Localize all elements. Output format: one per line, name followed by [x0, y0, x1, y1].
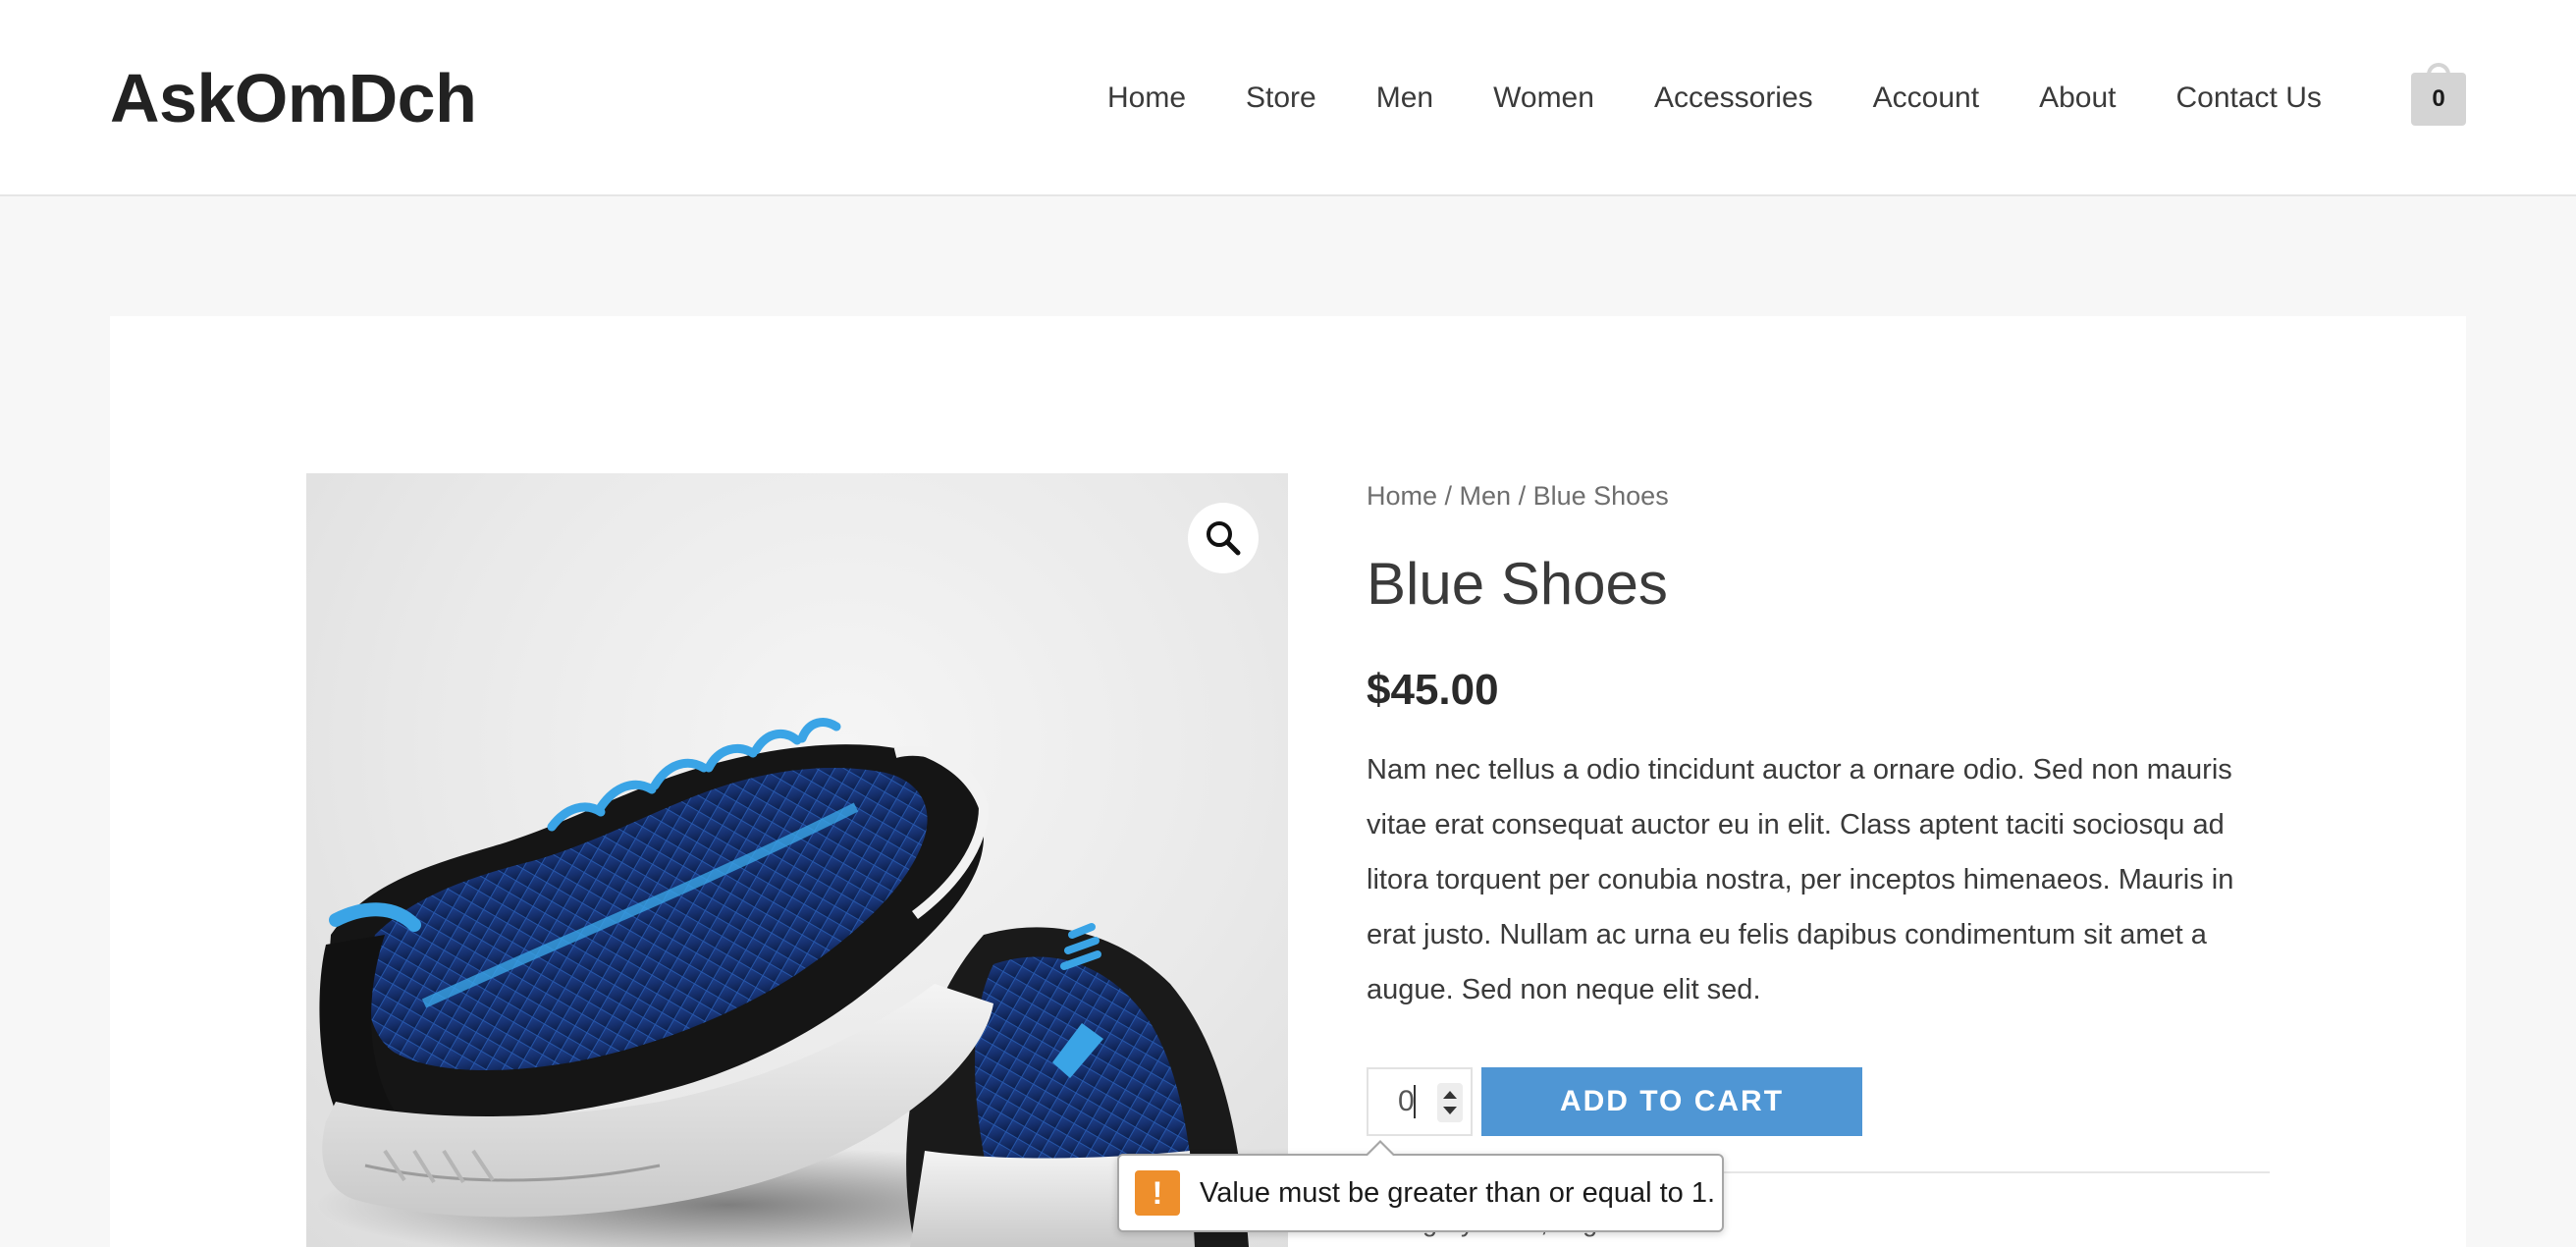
product-price: $45.00 [1367, 666, 1499, 714]
add-to-cart-button[interactable]: ADD TO CART [1481, 1067, 1862, 1136]
validation-tooltip: ! Value must be greater than or equal to… [1117, 1140, 1724, 1232]
site-title[interactable]: AskOmDch [110, 55, 477, 141]
stepper-down-icon[interactable] [1443, 1107, 1457, 1114]
product-image[interactable] [306, 473, 1288, 1247]
breadcrumb-home[interactable]: Home [1367, 481, 1437, 511]
cart-count: 0 [2411, 73, 2466, 126]
shopping-bag-icon[interactable]: 0 [2411, 63, 2466, 126]
blue-shoes-photo [316, 718, 1249, 1247]
quantity-input[interactable]: 0 [1367, 1067, 1473, 1136]
nav-item-about[interactable]: About [2039, 81, 2116, 115]
tooltip-arrow-fill [1367, 1143, 1394, 1157]
nav-item-home[interactable]: Home [1107, 81, 1186, 115]
site-header: AskOmDch Home Store Men Women Accessorie… [0, 0, 2576, 196]
breadcrumb-separator: / [1511, 481, 1533, 511]
text-caret [1414, 1085, 1416, 1118]
validation-message: Value must be greater than or equal to 1… [1200, 1176, 1716, 1209]
breadcrumb-current: Blue Shoes [1532, 481, 1669, 511]
breadcrumb: Home / Men / Blue Shoes [1367, 481, 1669, 512]
breadcrumb-men[interactable]: Men [1460, 481, 1512, 511]
breadcrumb-separator: / [1437, 481, 1460, 511]
quantity-stepper[interactable] [1437, 1083, 1463, 1122]
nav-item-contact-us[interactable]: Contact Us [2175, 81, 2321, 115]
warning-icon: ! [1135, 1170, 1180, 1216]
nav-item-account[interactable]: Account [1873, 81, 1979, 115]
nav-item-store[interactable]: Store [1246, 81, 1316, 115]
product-description: Nam nec tellus a odio tincidunt auctor a… [1367, 754, 2234, 1005]
nav-item-women[interactable]: Women [1493, 81, 1594, 115]
stepper-up-icon[interactable] [1443, 1091, 1457, 1099]
zoom-button[interactable] [1188, 503, 1259, 573]
nav-item-men[interactable]: Men [1376, 81, 1433, 115]
product-title: Blue Shoes [1367, 551, 1668, 617]
magnifier-icon [1207, 521, 1241, 556]
main-nav: Home Store Men Women Accessories Account… [1107, 75, 2322, 122]
nav-item-accessories[interactable]: Accessories [1654, 81, 1813, 115]
quantity-value: 0 [1398, 1085, 1415, 1117]
